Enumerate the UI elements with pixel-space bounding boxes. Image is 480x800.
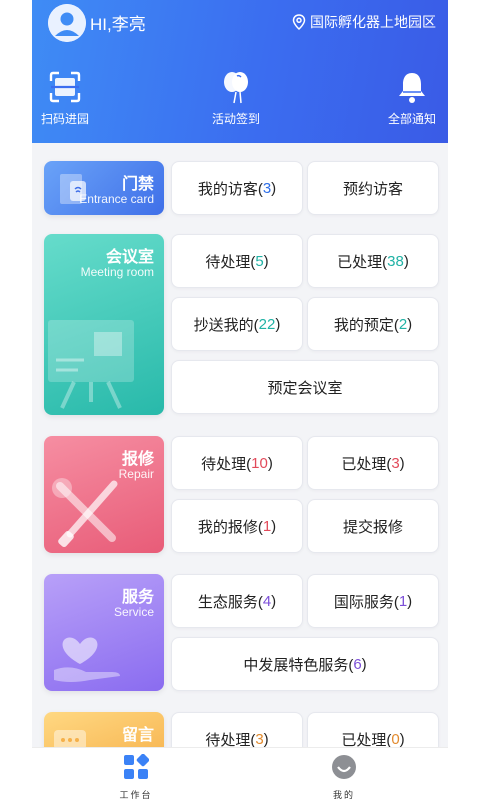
- all-notifications-label: 全部通知: [388, 112, 437, 126]
- my-booking-count: 2: [398, 315, 408, 333]
- book-meeting-room-button[interactable]: 预定会议室: [171, 360, 439, 414]
- nav-mine[interactable]: 我的: [304, 754, 384, 800]
- eco-service-suffix: ): [271, 592, 277, 610]
- submit-repair-label: 提交报修: [342, 518, 403, 536]
- repair-section: 报修 Repair 待处理(10) 已处理(3) 我的报修(1) 提交报修: [44, 436, 440, 554]
- meeting-subtitle: Meeting room: [80, 265, 154, 279]
- eco-service-label: 生态服务(: [197, 593, 263, 611]
- meeting-processed-suffix: ): [403, 252, 409, 270]
- meeting-pending-suffix: ): [263, 252, 269, 270]
- repair-pending-suffix: ): [267, 454, 273, 472]
- intl-service-button[interactable]: 国际服务(1): [307, 574, 439, 628]
- grid-icon: [124, 754, 149, 779]
- service-section: 服务 Service 生态服务(4) 国际服务(1) 中发展特色服务(6): [44, 574, 440, 692]
- meeting-pending-count: 5: [255, 252, 264, 270]
- activity-checkin-button[interactable]: 活动签到: [212, 70, 260, 127]
- meeting-processed-button[interactable]: 已处理(38): [307, 234, 439, 288]
- eco-service-count: 4: [262, 592, 272, 610]
- scan-entry-button[interactable]: 扫码进园: [41, 70, 89, 127]
- message-processed-count: 0: [391, 730, 400, 748]
- featured-service-label: 中发展特色服务(: [243, 656, 354, 674]
- book-visitor-button[interactable]: 预约访客: [307, 161, 439, 215]
- featured-service-button[interactable]: 中发展特色服务(6): [171, 637, 439, 691]
- repair-subtitle: Repair: [118, 467, 154, 481]
- meeting-title: 会议室: [105, 249, 154, 266]
- message-processed-suffix: ): [399, 730, 405, 748]
- entrance-card[interactable]: 门禁 Entrance card: [44, 161, 164, 215]
- repair-processed-button[interactable]: 已处理(3): [307, 436, 439, 490]
- intl-service-count: 1: [398, 592, 408, 610]
- meeting-processed-label: 已处理(: [337, 253, 388, 271]
- meeting-pending-button[interactable]: 待处理(5): [171, 234, 303, 288]
- meeting-processed-count: 38: [387, 252, 404, 270]
- my-repairs-suffix: ): [271, 517, 277, 535]
- presentation-board-icon: [48, 320, 134, 409]
- scan-entry-label: 扫码进园: [41, 112, 90, 126]
- repair-pending-label: 待处理(: [201, 455, 252, 473]
- user-avatar-icon: [48, 4, 86, 42]
- meeting-cc-suffix: ): [275, 315, 281, 333]
- message-pending-count: 3: [255, 730, 264, 748]
- nav-workbench[interactable]: 工作台: [96, 754, 176, 800]
- meeting-card[interactable]: 会议室 Meeting room: [44, 234, 164, 415]
- book-visitor-label: 预约访客: [342, 180, 403, 198]
- location-pin-icon: [292, 14, 306, 30]
- meeting-section: 会议室 Meeting room 待处理(5) 已处理(38) 抄送我的(22)…: [44, 234, 440, 416]
- featured-service-count: 6: [353, 655, 362, 673]
- submit-repair-button[interactable]: 提交报修: [307, 499, 439, 553]
- book-meeting-room-label: 预定会议室: [267, 379, 343, 397]
- my-repairs-count: 1: [262, 517, 272, 535]
- greeting-text: HI,李亮: [90, 15, 146, 34]
- service-title: 服务: [121, 589, 154, 606]
- service-card[interactable]: 服务 Service: [44, 574, 164, 691]
- meeting-cc-count: 22: [258, 315, 276, 333]
- location-label: 国际孵化器上地园区: [310, 14, 436, 30]
- profile-icon: [332, 755, 356, 779]
- activity-checkin-label: 活动签到: [212, 112, 261, 126]
- message-pending-suffix: ): [263, 730, 269, 748]
- my-visitors-count: 3: [262, 179, 272, 197]
- my-visitors-label: 我的访客(: [197, 180, 263, 198]
- my-booking-suffix: ): [407, 315, 413, 333]
- repair-processed-count: 3: [391, 454, 400, 472]
- nav-workbench-label: 工作台: [119, 790, 153, 800]
- balloon-icon: [224, 72, 248, 104]
- repair-title: 报修: [121, 451, 154, 468]
- my-repairs-button[interactable]: 我的报修(1): [171, 499, 303, 553]
- repair-card[interactable]: 报修 Repair: [44, 436, 164, 553]
- meeting-pending-label: 待处理(: [205, 253, 256, 271]
- meeting-cc-label: 抄送我的(: [193, 316, 259, 334]
- service-subtitle: Service: [113, 605, 154, 619]
- nav-mine-label: 我的: [332, 790, 355, 800]
- hand-heart-icon: [54, 637, 120, 682]
- message-title: 留言: [121, 727, 154, 744]
- my-repairs-label: 我的报修(: [197, 518, 263, 536]
- repair-processed-suffix: ): [399, 454, 405, 472]
- repair-pending-count: 10: [251, 454, 268, 472]
- intl-service-label: 国际服务(: [333, 593, 399, 611]
- all-notifications-button[interactable]: 全部通知: [388, 70, 436, 127]
- intl-service-suffix: ): [407, 592, 413, 610]
- location-selector[interactable]: 国际孵化器上地园区: [292, 12, 436, 32]
- scan-icon: [49, 71, 81, 103]
- header: HI,李亮 国际孵化器上地园区 扫码进园 活动签到 全部通知: [32, 0, 448, 143]
- entrance-subtitle: Entrance card: [79, 192, 154, 206]
- my-booking-button[interactable]: 我的预定(2): [307, 297, 439, 351]
- featured-service-suffix: ): [361, 655, 367, 673]
- eco-service-button[interactable]: 生态服务(4): [171, 574, 303, 628]
- repair-processed-label: 已处理(: [341, 455, 392, 473]
- wrench-screwdriver-icon: [52, 478, 118, 548]
- app-screen: HI,李亮 国际孵化器上地园区 扫码进园 活动签到 全部通知 门禁 Entran…: [32, 0, 448, 800]
- repair-pending-button[interactable]: 待处理(10): [171, 436, 303, 490]
- my-visitors-suffix: ): [271, 179, 277, 197]
- entrance-section: 门禁 Entrance card 我的访客(3) 预约访客: [44, 161, 440, 217]
- entrance-title: 门禁: [121, 176, 154, 193]
- bottom-nav: 工作台 我的: [32, 747, 448, 800]
- avatar[interactable]: [48, 4, 86, 42]
- my-visitors-button[interactable]: 我的访客(3): [171, 161, 303, 215]
- meeting-cc-button[interactable]: 抄送我的(22): [171, 297, 303, 351]
- my-booking-label: 我的预定(: [333, 316, 399, 334]
- bell-icon: [399, 73, 425, 103]
